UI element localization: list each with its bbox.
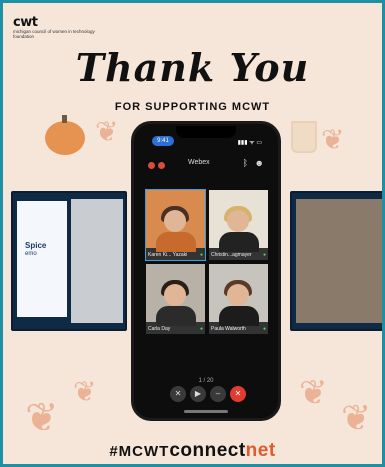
- slide-subtitle: emo: [25, 251, 37, 257]
- recording-icon: [148, 162, 155, 169]
- leaf-icon: ❦: [321, 124, 345, 155]
- mic-icon: ●: [262, 252, 266, 258]
- mic-icon: ●: [199, 326, 203, 332]
- more-icon[interactable]: –: [210, 386, 226, 402]
- phone-notch: [176, 126, 236, 138]
- leaf-icon: ❦: [95, 116, 119, 147]
- presentation-slide: Spice emo: [17, 201, 67, 317]
- status-time: 9:41: [152, 136, 174, 146]
- end-call-icon[interactable]: ✕: [230, 386, 246, 402]
- slide-title: Spice: [25, 241, 47, 250]
- demo-video: [296, 199, 382, 323]
- hashtag-prefix: #MCWT: [109, 443, 170, 460]
- participant-name: Paula Walworth: [211, 326, 246, 332]
- phone-mockup: 9:41 ▮▮▮ ᯤ ▭ Webex ᛒ ☻ Karen Ki... Yazak…: [131, 121, 281, 421]
- mcwt-logo: cwt michigan council of women in technol…: [13, 15, 103, 39]
- participant-tile[interactable]: Carla Day ●: [146, 264, 205, 334]
- participant-name: Christin...agmayer: [211, 252, 252, 258]
- coffee-cup-decoration: [291, 121, 317, 153]
- camera-switch-icon[interactable]: [158, 162, 165, 169]
- logo-wordmark: cwt: [13, 15, 38, 30]
- page-subtitle: FOR SUPPORTING MCWT: [114, 101, 271, 113]
- campaign-hashtag: #MCWTconnectnet: [3, 440, 382, 462]
- participant-name: Karen Ki... Yazaki: [148, 252, 188, 258]
- mic-icon: ●: [199, 252, 203, 258]
- leaf-icon: ❦: [73, 376, 97, 407]
- drink-demo-screenshot: [290, 191, 382, 331]
- mic-icon: ●: [262, 326, 266, 332]
- leaf-icon: ❦: [299, 374, 328, 412]
- status-indicators: ▮▮▮ ᯤ ▭: [237, 140, 262, 146]
- meeting-top-bar: Webex ᛒ ☻: [148, 158, 264, 172]
- logo-subtitle: michigan council of women in technology …: [13, 29, 95, 39]
- meeting-app-label[interactable]: Webex: [188, 159, 210, 166]
- participant-tile[interactable]: Christin...agmayer ●: [209, 190, 268, 260]
- home-indicator: [184, 410, 228, 413]
- participant-tile[interactable]: Karen Ki... Yazaki ●: [145, 189, 206, 261]
- pumpkin-decoration: [45, 115, 85, 155]
- participants-icon[interactable]: ☻: [255, 158, 264, 168]
- leaf-icon: ❦: [25, 396, 59, 440]
- hashtag-connect: connect: [169, 440, 246, 461]
- presenter-video: [71, 199, 123, 323]
- page-title: Thank You: [75, 45, 310, 90]
- page-indicator: 1 / 20: [198, 378, 214, 384]
- hashtag-net: net: [245, 440, 276, 461]
- video-off-icon[interactable]: ▶: [190, 386, 206, 402]
- presentation-screenshot: Spice emo: [11, 191, 127, 331]
- participant-name: Carla Day: [148, 326, 171, 332]
- mic-off-icon[interactable]: ✕: [170, 386, 186, 402]
- bluetooth-icon[interactable]: ᛒ: [243, 158, 248, 168]
- participant-tile[interactable]: Paula Walworth ●: [209, 264, 268, 334]
- leaf-icon: ❦: [341, 397, 372, 438]
- thank-you-card: cwt michigan council of women in technol…: [0, 0, 385, 467]
